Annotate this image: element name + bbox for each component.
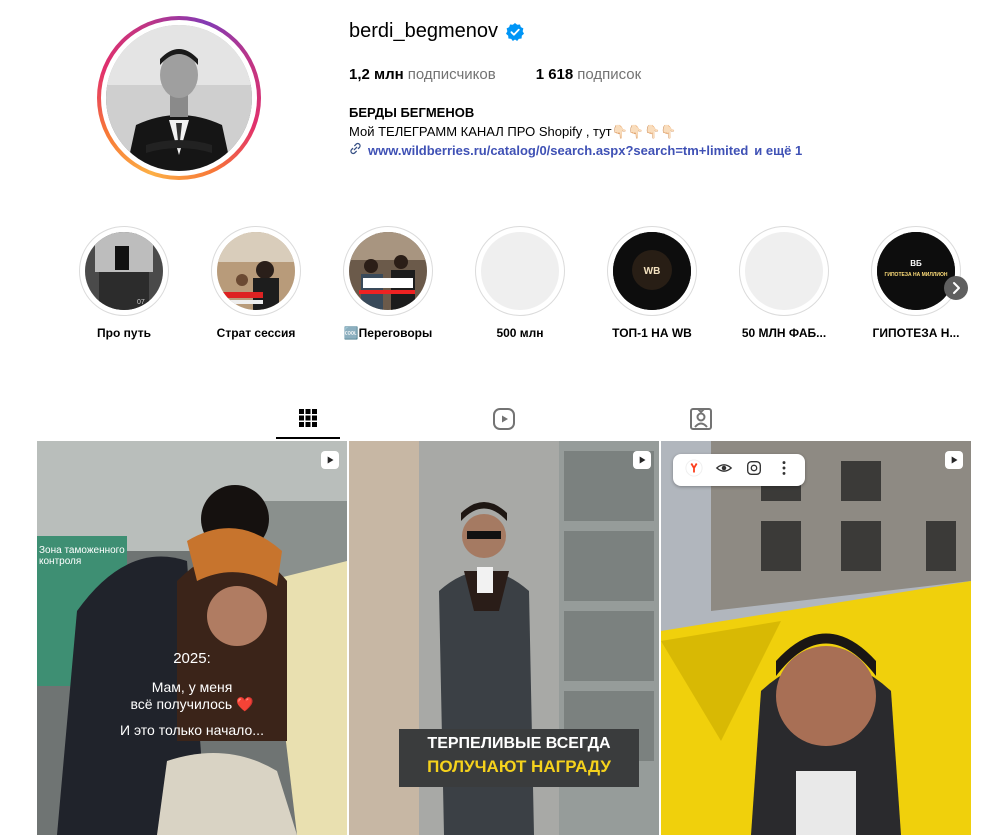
highlight-ring [343, 226, 433, 316]
highlight-cover-text: WB [644, 266, 661, 277]
followers-count: 1,2 млн [349, 66, 404, 83]
grid-icon [299, 409, 317, 427]
username-row: berdi_begmenov [349, 20, 524, 43]
eye-icon[interactable] [715, 459, 733, 482]
post-image [661, 441, 971, 835]
following-count: 1 618 [535, 66, 574, 83]
highlight-item[interactable]: 07 Про путь [78, 226, 170, 340]
highlight-item[interactable]: 🆒Переговоры [342, 226, 434, 340]
tagged-icon [690, 408, 712, 430]
post-banner-line1: ТЕРПЕЛИВЫЕ ВСЕГДА [427, 735, 611, 752]
svg-text:07: 07 [137, 299, 145, 306]
highlight-label: 🆒Переговоры [343, 326, 433, 340]
highlight-ring: 07 [79, 226, 169, 316]
link-url[interactable]: www.wildberries.ru/catalog/0/search.aspx… [368, 143, 748, 158]
username[interactable]: berdi_begmenov [349, 20, 498, 43]
followers-label: подписчиков [407, 66, 496, 83]
verified-badge-icon [506, 22, 524, 41]
link-icon [349, 142, 362, 158]
followers-stat[interactable]: 1,2 млн подписчиков [349, 66, 496, 83]
highlight-cover [481, 232, 559, 310]
post-banner: ТЕРПЕЛИВЫЕ ВСЕГДА ПОЛУЧАЮТ НАГРАДУ [399, 729, 639, 787]
highlight-item[interactable]: 500 млн [474, 226, 566, 340]
highlight-ring [739, 226, 829, 316]
highlight-item[interactable]: 50 МЛН ФАБ... [738, 226, 830, 340]
highlight-label: 500 млн [496, 326, 544, 340]
post-overlay-line3: И это только начало... [120, 722, 264, 738]
following-stat[interactable]: 1 618 подписок [536, 66, 642, 83]
reel-badge [321, 451, 339, 469]
lens-icon[interactable] [745, 459, 763, 482]
highlight-ring: WB [607, 226, 697, 316]
chevron-right-icon [953, 282, 960, 294]
tab-tagged[interactable] [669, 399, 733, 439]
bio-text: Мой ТЕЛЕГРАММ КАНАЛ ПРО Shopify , тут👇🏻👇… [349, 124, 677, 139]
highlight-label: ГИПОТЕЗА Н... [872, 326, 960, 340]
post-banner-line2: ПОЛУЧАЮТ НАГРАДУ [427, 757, 611, 776]
reels-icon [327, 456, 334, 464]
post-tile[interactable]: ТЕРПЕЛИВЫЕ ВСЕГДА ПОЛУЧАЮТ НАГРАДУ [349, 441, 659, 835]
post-overlay-line1: Мам, у меня [151, 679, 233, 695]
following-label: подписок [577, 66, 642, 83]
profile-stats: 1,2 млн подписчиков 1 618 подписок [349, 66, 641, 83]
profile-tabs [37, 399, 971, 439]
post-tile[interactable] [661, 441, 971, 835]
highlight-ring [475, 226, 565, 316]
highlight-ring [211, 226, 301, 316]
reels-icon [639, 456, 646, 464]
post-sign-text: Зона таможенного контроля [39, 545, 125, 567]
post-image [37, 441, 347, 835]
reel-badge [633, 451, 651, 469]
highlight-label: Про путь [97, 326, 151, 340]
highlight-cover-subtext: ГИПОТЕЗА НА МИЛЛИОН [885, 272, 948, 278]
post-tile[interactable]: 2025: Мам, у меня всё получилось ❤️ И эт… [37, 441, 347, 835]
highlight-label: ТОП-1 НА WB [612, 326, 692, 340]
highlight-item[interactable]: Страт сессия [210, 226, 302, 340]
profile-avatar[interactable] [97, 16, 261, 180]
post-overlay-year: 2025: [173, 650, 211, 667]
highlight-label: Страт сессия [216, 326, 296, 340]
tab-posts[interactable] [276, 399, 340, 439]
reels-icon [493, 408, 515, 430]
post-overlay-line2: всё получилось ❤️ [130, 696, 254, 712]
reels-icon [951, 456, 958, 464]
more-vertical-icon[interactable] [775, 459, 793, 482]
highlight-ring: ВБ ГИПОТЕЗА НА МИЛЛИОН [871, 226, 961, 316]
highlight-cover: 07 [85, 232, 163, 310]
browser-toolbar [673, 454, 805, 486]
yandex-icon[interactable] [685, 458, 703, 482]
highlights-next-button[interactable] [944, 276, 968, 300]
highlight-label: 50 МЛН ФАБ... [741, 326, 827, 340]
highlight-cover-text: ВБ [910, 259, 922, 268]
avatar-photo [106, 25, 252, 171]
full-name: БЕРДЫ БЕГМЕНОВ [349, 105, 475, 120]
link-more[interactable]: и ещё 1 [754, 143, 802, 158]
avatar-illustration [106, 25, 252, 171]
bio-link[interactable]: www.wildberries.ru/catalog/0/search.aspx… [349, 142, 802, 158]
highlight-cover [745, 232, 823, 310]
highlight-item[interactable]: WB ТОП-1 НА WB [606, 226, 698, 340]
reel-badge [945, 451, 963, 469]
tab-reels[interactable] [472, 399, 536, 439]
posts-grid: 2025: Мам, у меня всё получилось ❤️ И эт… [37, 441, 971, 835]
highlight-cover: WB [613, 232, 691, 310]
highlight-cover [217, 232, 295, 310]
highlight-cover [349, 232, 427, 310]
story-highlights: 07 Про путь Страт сессия 🆒Переговоры 500… [78, 226, 978, 356]
